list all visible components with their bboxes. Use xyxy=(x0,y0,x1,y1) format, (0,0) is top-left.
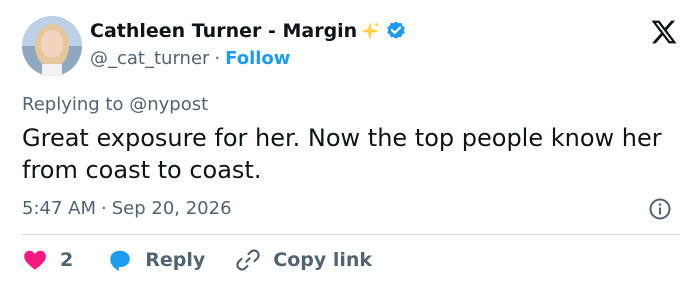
copy-link-label: Copy link xyxy=(273,249,373,271)
follow-button[interactable]: Follow xyxy=(225,48,290,69)
divider xyxy=(22,234,680,235)
tweet-timestamp[interactable]: 5:47 AM · Sep 20, 2026 xyxy=(22,198,232,219)
reply-label: Reply xyxy=(145,249,206,271)
heart-icon xyxy=(24,250,46,270)
link-icon xyxy=(236,249,260,271)
author-handle[interactable]: @_cat_turner xyxy=(90,48,209,69)
like-count: 2 xyxy=(60,249,74,271)
handle-separator: · xyxy=(214,48,221,69)
replying-to-mention[interactable]: @nypost xyxy=(129,94,208,115)
info-icon[interactable] xyxy=(648,197,672,221)
replying-to-prefix: Replying to xyxy=(22,94,124,115)
author-handle-row: @_cat_turner · Follow xyxy=(90,48,290,69)
tweet-date: Sep 20, 2026 xyxy=(111,198,232,219)
author-display-name[interactable]: Cathleen Turner - Margin xyxy=(90,20,357,42)
avatar-photo xyxy=(22,16,82,76)
timestamp-separator: · xyxy=(101,198,107,219)
replying-to: Replying to @nypost xyxy=(22,94,208,115)
x-logo-icon[interactable] xyxy=(650,18,678,46)
reply-button[interactable]: Reply xyxy=(107,247,235,273)
sparkle-icon xyxy=(361,21,380,41)
tweet-card: Cathleen Turner - Margin @_cat_turner · … xyxy=(0,0,700,287)
like-button[interactable]: 2 xyxy=(22,247,107,273)
speech-bubble-icon xyxy=(110,250,130,271)
action-bar: 2 Reply Copy link xyxy=(22,246,372,274)
verified-badge-icon xyxy=(387,21,405,39)
tweet-text: Great exposure for her. Now the top peop… xyxy=(22,124,662,184)
tweet-time: 5:47 AM xyxy=(22,198,96,219)
copy-link-button[interactable]: Copy link xyxy=(235,247,372,273)
avatar[interactable] xyxy=(22,16,82,76)
author-name-row: Cathleen Turner - Margin xyxy=(90,20,407,42)
